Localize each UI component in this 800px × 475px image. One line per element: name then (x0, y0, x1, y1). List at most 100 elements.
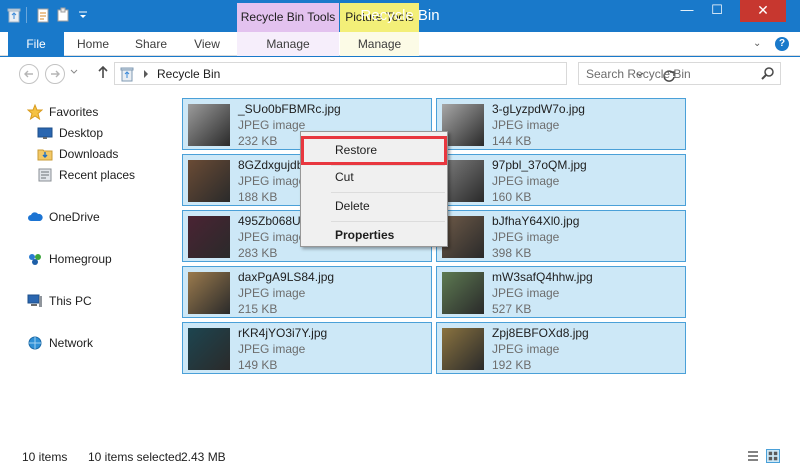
chevron-right-icon[interactable] (142, 69, 150, 79)
file-type: JPEG image (492, 118, 560, 132)
menu-item-restore[interactable]: Restore (301, 136, 447, 165)
file-type: JPEG image (492, 286, 560, 300)
properties-icon[interactable] (35, 7, 51, 23)
nav-item-onedrive[interactable]: OneDrive (27, 207, 100, 227)
nav-label: Downloads (59, 147, 119, 161)
cloud-icon (28, 212, 43, 221)
file-name: 495Zb068UI (238, 214, 305, 228)
back-button[interactable] (19, 64, 39, 84)
nav-item-desktop[interactable]: Desktop (37, 123, 103, 143)
large-icons-view-icon[interactable] (766, 449, 780, 463)
computer-icon (27, 294, 42, 307)
navigation-pane: Favorites Desktop Downloads Recent place… (0, 91, 172, 444)
tab-manage-picture[interactable]: Manage (340, 32, 419, 56)
ribbon-tab-bar: File Home Share View Manage Manage ⌄ ? (0, 32, 800, 56)
recent-locations-icon[interactable] (69, 67, 79, 77)
file-size: 192 KB (492, 358, 532, 372)
tab-file[interactable]: File (8, 32, 64, 56)
thumbnail-image (188, 104, 230, 146)
search-icon[interactable] (760, 66, 776, 82)
desktop-icon (37, 127, 53, 139)
maximize-button[interactable]: ☐ (702, 0, 732, 22)
file-size: 215 KB (238, 302, 278, 316)
file-tile[interactable]: rKR4jYO3i7Y.jpg JPEG image 149 KB (182, 322, 432, 374)
tab-share[interactable]: Share (128, 32, 174, 56)
file-size: 398 KB (492, 246, 532, 260)
nav-item-downloads[interactable]: Downloads (37, 144, 118, 164)
up-arrow-icon[interactable] (96, 64, 110, 80)
menu-item-properties[interactable]: Properties (303, 224, 445, 246)
thumbnail-image (442, 104, 484, 146)
file-tile[interactable]: Zpj8EBFOXd8.jpg JPEG image 192 KB (436, 322, 686, 374)
picture-tools-header: Picture Tools (340, 3, 419, 33)
nav-item-this-pc[interactable]: This PC (27, 291, 92, 311)
file-name: rKR4jYO3i7Y.jpg (238, 326, 328, 340)
file-size: 283 KB (238, 246, 278, 260)
file-tile[interactable]: mW3safQ4hhw.jpg JPEG image 527 KB (436, 266, 686, 318)
file-name: 3-gLyzpdW7o.jpg (492, 102, 585, 116)
file-tile[interactable]: daxPgA9LS84.jpg JPEG image 215 KB (182, 266, 432, 318)
new-folder-icon[interactable] (55, 7, 71, 23)
tab-home[interactable]: Home (70, 32, 116, 56)
menu-item-delete[interactable]: Delete (303, 195, 445, 217)
file-list: _SUo0bFBMRc.jpg JPEG image 232 KB 3-gLyz… (172, 91, 800, 444)
file-type: JPEG image (238, 118, 306, 132)
thumbnail-image (188, 216, 230, 258)
customize-qat-dropdown-icon[interactable] (75, 7, 91, 23)
recycle-bin-tools-header: Recycle Bin Tools (237, 3, 339, 33)
thumbnail-image (188, 328, 230, 370)
recent-places-icon (38, 168, 52, 182)
expand-ribbon-icon[interactable]: ⌄ (753, 38, 765, 50)
selected-size: 2.43 MB (181, 450, 226, 464)
file-tile[interactable]: 97pbl_37oQM.jpg JPEG image 160 KB (436, 154, 686, 206)
search-box[interactable]: Search Recycle Bin (578, 62, 781, 85)
network-icon (28, 336, 42, 350)
star-icon (27, 104, 43, 120)
thumbnail-image (442, 216, 484, 258)
file-type: JPEG image (492, 230, 560, 244)
file-tile[interactable]: bJfhaY64Xl0.jpg JPEG image 398 KB (436, 210, 686, 262)
nav-label: Desktop (59, 126, 104, 140)
nav-label: Recent places (59, 168, 136, 182)
nav-label: OneDrive (49, 210, 100, 224)
file-type: JPEG image (492, 342, 560, 356)
forward-button[interactable] (45, 64, 65, 84)
nav-label: Homegroup (49, 252, 112, 266)
recycle-bin-icon (120, 67, 134, 82)
nav-item-favorites[interactable]: Favorites (27, 102, 98, 122)
item-count: 10 items (22, 450, 68, 464)
file-type: JPEG image (238, 230, 306, 244)
file-name: _SUo0bFBMRc.jpg (238, 102, 341, 116)
nav-item-network[interactable]: Network (27, 333, 93, 353)
file-name: 8GZdxgujdb (238, 158, 304, 172)
address-path[interactable]: Recycle Bin (157, 67, 220, 81)
status-bar: 10 items 10 items selected 2.43 MB (0, 444, 800, 475)
minimize-button[interactable]: — (672, 0, 702, 22)
tab-manage-recycle-bin[interactable]: Manage (237, 32, 339, 56)
qat-divider (26, 7, 27, 23)
menu-item-cut[interactable]: Cut (303, 166, 445, 188)
file-size: 160 KB (492, 190, 532, 204)
nav-label: This PC (49, 294, 92, 308)
file-name: daxPgA9LS84.jpg (238, 270, 335, 284)
nav-label: Network (49, 336, 94, 350)
file-tile[interactable]: 3-gLyzpdW7o.jpg JPEG image 144 KB (436, 98, 686, 150)
context-menu: Restore Cut Delete Properties (300, 131, 448, 247)
address-bar[interactable]: Recycle Bin (114, 62, 675, 85)
file-size: 188 KB (238, 190, 278, 204)
recycle-bin-icon[interactable] (6, 7, 22, 23)
selected-count: 10 items selected (88, 450, 182, 464)
nav-item-homegroup[interactable]: Homegroup (27, 249, 112, 269)
file-size: 149 KB (238, 358, 278, 372)
title-bar: Recycle Bin Tools Picture Tools Recycle … (0, 0, 800, 33)
search-input[interactable]: Search Recycle Bin (586, 67, 691, 81)
nav-item-recent-places[interactable]: Recent places (37, 165, 135, 185)
help-icon[interactable]: ? (775, 37, 789, 51)
quick-access-toolbar (6, 5, 95, 25)
file-type: JPEG image (492, 174, 560, 188)
close-button[interactable]: ✕ (740, 0, 786, 22)
file-type: JPEG image (238, 286, 306, 300)
tab-view[interactable]: View (184, 32, 230, 56)
details-view-icon[interactable] (746, 449, 760, 463)
file-name: 97pbl_37oQM.jpg (492, 158, 587, 172)
